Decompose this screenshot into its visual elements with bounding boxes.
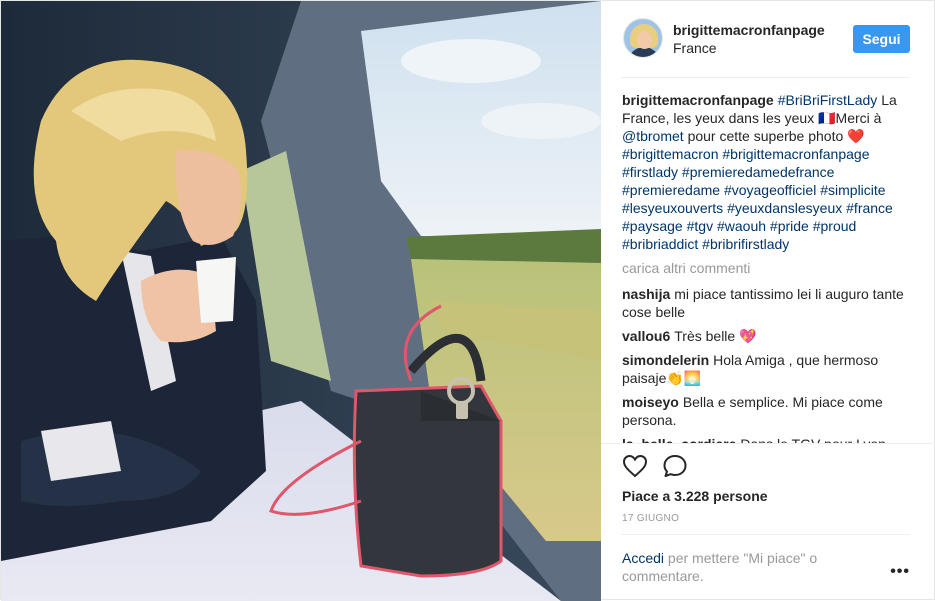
instagram-post: brigittemacronfanpage France Segui brigi… [0,0,935,601]
comment-username[interactable]: vallou6 [622,328,670,344]
comment-text: Très belle 💖 [674,328,757,344]
comment-list: nashija mi piace tantissimo lei li auguro… [622,285,912,443]
comment-item: moiseyo Bella e semplice. Mi piace come p… [622,393,912,429]
hashtag-link[interactable]: #paysage [622,218,683,234]
caption-username[interactable]: brigittemacronfanpage [622,92,774,108]
hashtag-link[interactable]: #waouh [717,218,766,234]
actions-section: Piace a 3.228 persone 17 GIUGNO [601,443,935,524]
likes-count[interactable]: Piace a 3.228 persone [622,488,768,504]
post-header: brigittemacronfanpage France Segui [601,1,935,79]
avatar[interactable] [623,18,663,58]
comment-text: Dans le TGV pour Lyon [740,436,886,443]
comment-item: nashija mi piace tantissimo lei li auguro… [622,285,912,321]
comment-username[interactable]: moiseyo [622,394,679,410]
header-divider [621,77,910,78]
hashtag-link[interactable]: #brigittemacronfanpage [722,146,869,162]
heart-icon [622,454,648,478]
like-button[interactable] [621,454,649,480]
hashtag-link[interactable]: #pride [770,218,809,234]
hashtag-link[interactable]: #brigittemacron [622,146,719,162]
caption: brigittemacronfanpage #BriBriFirstLady La… [622,91,912,253]
comment-username[interactable]: nashija [622,286,670,302]
hashtag-link[interactable]: #france [846,200,893,216]
hashtag-link[interactable]: #premieredame [622,182,720,198]
comment-icon [663,455,687,477]
hashtag-link[interactable]: #bribrifirstlady [702,236,789,252]
more-options-button[interactable]: ••• [890,563,910,581]
hashtag-link[interactable]: #BriBriFirstLady [778,92,878,108]
caption-text: pour cette superbe photo ❤️ [687,128,865,144]
post-date[interactable]: 17 GIUGNO [622,513,679,524]
comments-list[interactable]: brigittemacronfanpage #BriBriFirstLady La… [622,91,912,443]
hashtag-link[interactable]: #simplicite [820,182,885,198]
comment-username[interactable]: la_belle_cordiere [622,436,736,443]
caption-hashtags: #brigittemacron #brigittemacronfanpage #… [622,146,893,252]
hashtag-link[interactable]: #firstlady [622,164,678,180]
login-prompt-text: Accedi per mettere "Mi piace" o commenta… [622,549,852,585]
hashtag-link[interactable]: #lesyeuxouverts [622,200,723,216]
post-sidebar: brigittemacronfanpage France Segui brigi… [601,1,935,601]
login-prompt: Accedi per mettere "Mi piace" o commenta… [621,534,910,601]
hashtag-link[interactable]: #yeuxdanslesyeux [727,200,842,216]
hashtag-link[interactable]: #premieredamedefrance [682,164,835,180]
post-photo[interactable] [1,1,601,601]
hashtag-link[interactable]: #proud [813,218,857,234]
comment-button[interactable] [661,454,689,480]
train-window-photo [1,1,601,601]
header-location[interactable]: France [673,40,717,56]
hashtag-link[interactable]: #voyageofficiel [724,182,816,198]
avatar-face-shape [637,31,652,49]
comment-item: simondelerin Hola Amiga , que hermoso pai… [622,351,912,387]
load-more-comments-link[interactable]: carica altri commenti [622,259,912,277]
comment-username[interactable]: simondelerin [622,352,709,368]
follow-button[interactable]: Segui [853,25,910,53]
hashtag-link[interactable]: #tgv [687,218,713,234]
comment-item: vallou6 Très belle 💖 [622,327,912,345]
comment-item: la_belle_cordiere Dans le TGV pour Lyon [622,435,912,443]
header-username[interactable]: brigittemacronfanpage [673,22,825,38]
hashtag-link[interactable]: #bribriaddict [622,236,698,252]
login-link[interactable]: Accedi [622,550,664,566]
mention-link[interactable]: @tbromet [622,128,684,144]
